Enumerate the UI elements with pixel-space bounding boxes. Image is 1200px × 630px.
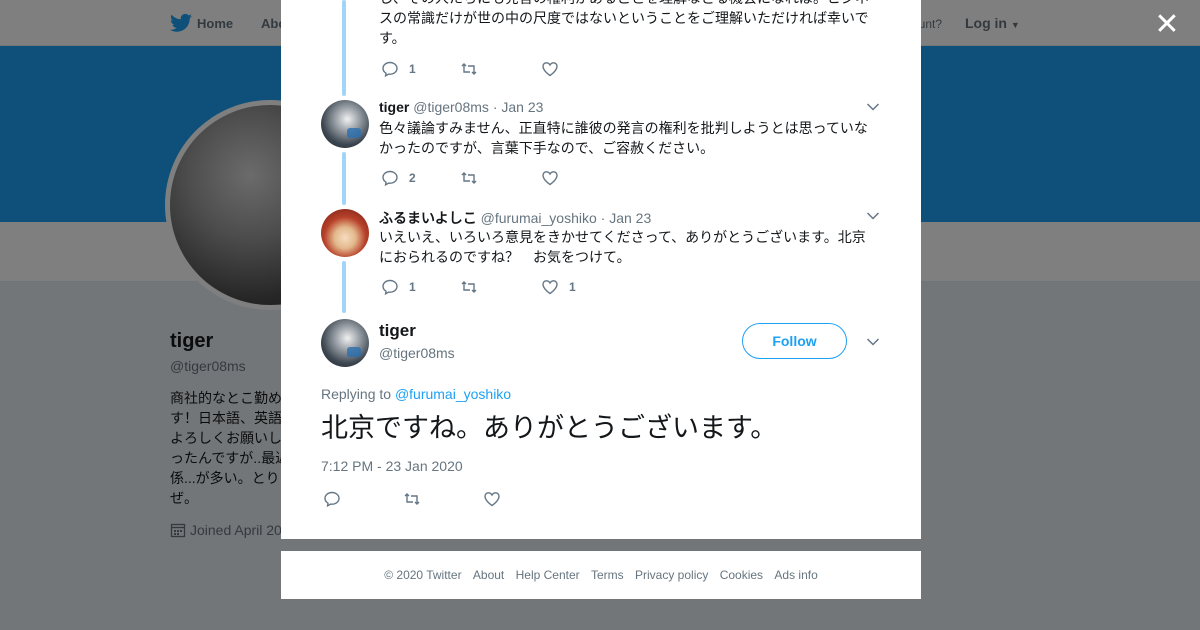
- main-tweet-timestamp[interactable]: 7:12 PM - 23 Jan 2020: [321, 458, 463, 474]
- like-count: 1: [569, 280, 576, 294]
- close-icon[interactable]: ✕: [1154, 10, 1180, 40]
- retweet-icon: [461, 281, 477, 293]
- like-action[interactable]: 1: [541, 278, 576, 296]
- retweet-action[interactable]: [460, 169, 478, 187]
- chevron-down-icon[interactable]: [866, 102, 880, 112]
- main-tweet-author-name[interactable]: tiger: [379, 321, 416, 341]
- main-tweet-author-handle[interactable]: @tiger08ms: [379, 345, 455, 361]
- tweet-text: し、その人たちにも発言の権利があることを理解などる機会になれば。ビジネスの常識だ…: [379, 0, 869, 46]
- reply-action[interactable]: 1: [381, 60, 416, 78]
- tweet-author-name[interactable]: ふるまいよしこ: [379, 210, 477, 226]
- reply-icon: [382, 170, 398, 187]
- footer-link-terms[interactable]: Terms: [591, 568, 624, 582]
- tweet-avatar[interactable]: [321, 100, 369, 148]
- like-action[interactable]: [541, 169, 559, 187]
- tweet-avatar[interactable]: [321, 209, 369, 257]
- reply-action[interactable]: [323, 490, 341, 508]
- heart-icon: [542, 62, 558, 77]
- tweet-text: 色々議論すみません、正直特に誰彼の発言の権利を批判しようとは思っていなかったので…: [379, 120, 868, 156]
- chevron-down-icon[interactable]: [866, 337, 880, 347]
- tweet-author-handle[interactable]: @furumai_yoshiko: [481, 210, 597, 226]
- footer-copyright: © 2020 Twitter: [384, 568, 462, 582]
- heart-icon: [542, 280, 558, 295]
- replying-to-label: Replying to: [321, 386, 392, 402]
- retweet-action[interactable]: [403, 490, 421, 508]
- tweet-date[interactable]: · Jan 23: [493, 99, 544, 115]
- main-tweet-avatar[interactable]: [321, 319, 369, 367]
- retweet-icon: [461, 63, 477, 75]
- like-action[interactable]: [483, 490, 501, 508]
- reply-count: 1: [409, 62, 416, 76]
- reply-count: 1: [409, 280, 416, 294]
- follow-button[interactable]: Follow: [742, 323, 847, 359]
- footer-link-about[interactable]: About: [473, 568, 504, 582]
- reply-count: 2: [409, 171, 416, 185]
- reply-icon: [382, 61, 398, 78]
- footer-link-ads-info[interactable]: Ads info: [774, 568, 817, 582]
- main-tweet-text: 北京ですね。ありがとうございます。: [321, 413, 778, 443]
- tweet-date[interactable]: · Jan 23: [601, 210, 652, 226]
- footer-link-cookies[interactable]: Cookies: [720, 568, 763, 582]
- reply-action[interactable]: 2: [381, 169, 416, 187]
- tweet-header: ふるまいよしこ @furumai_yoshiko · Jan 23: [379, 208, 651, 228]
- modal-footer: © 2020 Twitter About Help Center Terms P…: [281, 551, 921, 599]
- retweet-icon: [461, 172, 477, 184]
- retweet-action[interactable]: [460, 60, 478, 78]
- retweet-icon: [404, 493, 420, 505]
- chevron-down-icon[interactable]: [866, 211, 880, 221]
- heart-icon: [484, 492, 500, 507]
- thread-line: [342, 152, 346, 205]
- tweet-author-name[interactable]: tiger: [379, 99, 409, 115]
- thread-line: [342, 0, 346, 96]
- reply-action[interactable]: 1: [381, 278, 416, 296]
- reply-icon: [382, 279, 398, 296]
- reply-icon: [324, 491, 340, 508]
- heart-icon: [542, 171, 558, 186]
- like-action[interactable]: [541, 60, 559, 78]
- replying-to-handle-link[interactable]: @furumai_yoshiko: [395, 386, 511, 402]
- tweet-header: tiger @tiger08ms · Jan 23: [379, 99, 543, 115]
- retweet-action[interactable]: [460, 278, 478, 296]
- replying-to: Replying to @furumai_yoshiko: [321, 386, 511, 402]
- footer-link-privacy[interactable]: Privacy policy: [635, 568, 708, 582]
- thread-line: [342, 261, 346, 313]
- tweet-author-handle[interactable]: @tiger08ms: [413, 99, 489, 115]
- tweet-text: いえいえ、いろいろ意見をきかせてくださって、ありがとうございます。北京におられる…: [379, 229, 866, 265]
- footer-link-help-center[interactable]: Help Center: [516, 568, 580, 582]
